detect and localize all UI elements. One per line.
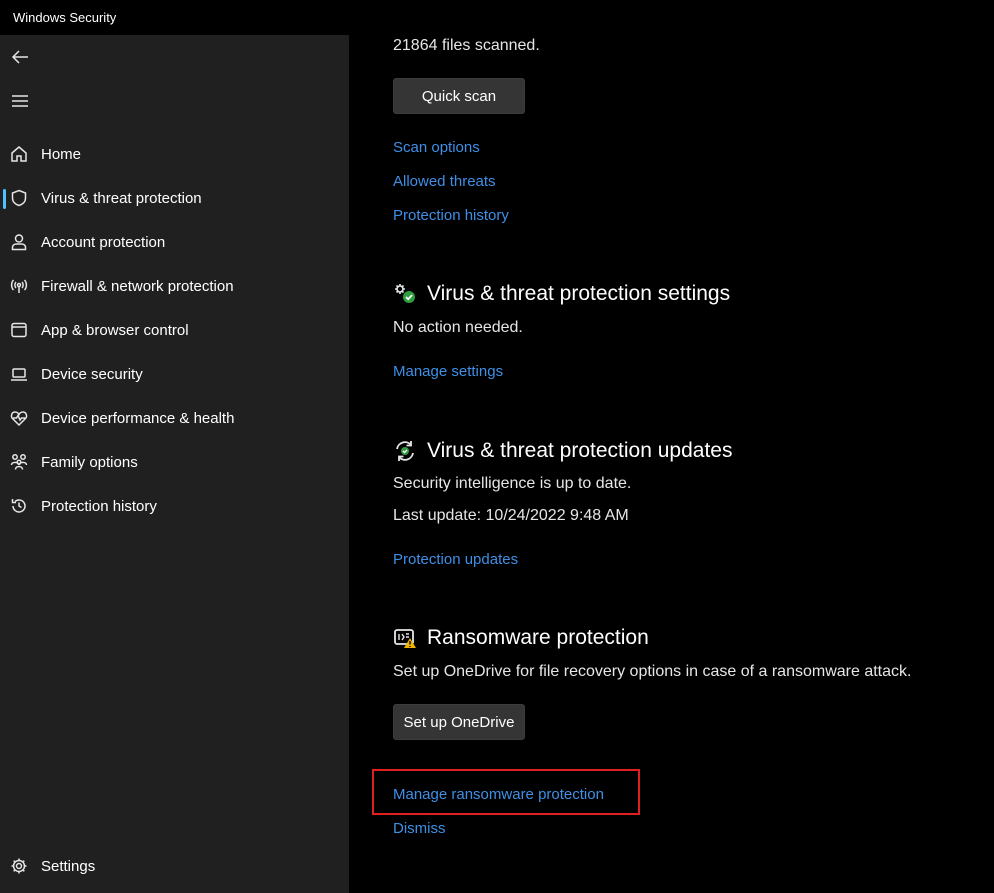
sidebar-item-label: Device performance & health [41,410,235,427]
home-icon [10,145,28,163]
sidebar-item-family-options[interactable]: Family options [0,443,349,483]
updates-status-text: Security intelligence is up to date. [393,475,632,492]
quick-scan-button[interactable]: Quick scan [393,78,525,114]
ransomware-description: Set up OneDrive for file recovery option… [393,663,912,680]
family-icon [10,453,28,471]
person-icon [10,233,28,251]
sidebar-item-label: Virus & threat protection [41,190,202,207]
sidebar-item-protection-history[interactable]: Protection history [0,487,349,527]
sidebar-item-label: Protection history [41,498,157,515]
folder-warning-icon [393,626,417,650]
sidebar-item-firewall-network-protection[interactable]: Firewall & network protection [0,267,349,307]
sidebar-item-label: Firewall & network protection [41,278,234,295]
laptop-icon [10,365,28,383]
sidebar: Home Virus & threat protection Account p… [0,35,349,893]
last-update-text: Last update: 10/24/2022 9:48 AM [393,507,629,524]
antenna-icon [10,277,28,295]
sidebar-item-label: Account protection [41,234,166,251]
sidebar-item-label: Home [41,146,82,163]
window-icon [10,321,28,339]
protection-updates-link[interactable]: Protection updates [393,551,518,568]
set-up-onedrive-button[interactable]: Set up OneDrive [393,704,525,740]
sidebar-item-settings[interactable]: Settings [0,847,349,887]
manage-ransomware-protection-link[interactable]: Manage ransomware protection [393,786,604,803]
sidebar-item-home[interactable]: Home [0,135,349,175]
sidebar-item-label: Settings [41,858,96,875]
dismiss-link[interactable]: Dismiss [393,820,446,837]
allowed-threats-link[interactable]: Allowed threats [393,173,496,190]
settings-section-title: Virus & threat protection settings [427,282,731,305]
title-bar: Windows Security [0,0,994,35]
sidebar-item-virus-threat-protection[interactable]: Virus & threat protection [0,179,349,219]
back-arrow-icon[interactable] [8,45,32,69]
sidebar-item-device-performance-health[interactable]: Device performance & health [0,399,349,439]
history-icon [10,497,28,515]
shield-icon [10,189,28,207]
scan-options-link[interactable]: Scan options [393,139,480,156]
sidebar-item-label: Family options [41,454,138,471]
sync-check-icon [393,439,417,463]
hamburger-menu-icon[interactable] [8,89,32,113]
sidebar-item-label: App & browser control [41,322,189,339]
selection-indicator [3,189,6,209]
sidebar-item-account-protection[interactable]: Account protection [0,223,349,263]
gears-check-icon [393,282,417,306]
sidebar-item-app-browser-control[interactable]: App & browser control [0,311,349,351]
settings-status-text: No action needed. [393,319,523,336]
sidebar-item-device-security[interactable]: Device security [0,355,349,395]
window-title: Windows Security [13,10,117,25]
manage-settings-link[interactable]: Manage settings [393,363,503,380]
updates-section-title: Virus & threat protection updates [427,439,733,462]
gear-icon [10,857,28,875]
files-scanned-text: 21864 files scanned. [393,37,540,54]
heart-pulse-icon [10,409,28,427]
main-content: 21864 files scanned. Quick scan Scan opt… [349,35,994,893]
protection-history-link[interactable]: Protection history [393,207,509,224]
sidebar-item-label: Device security [41,366,143,383]
ransomware-section-title: Ransomware protection [427,626,649,649]
